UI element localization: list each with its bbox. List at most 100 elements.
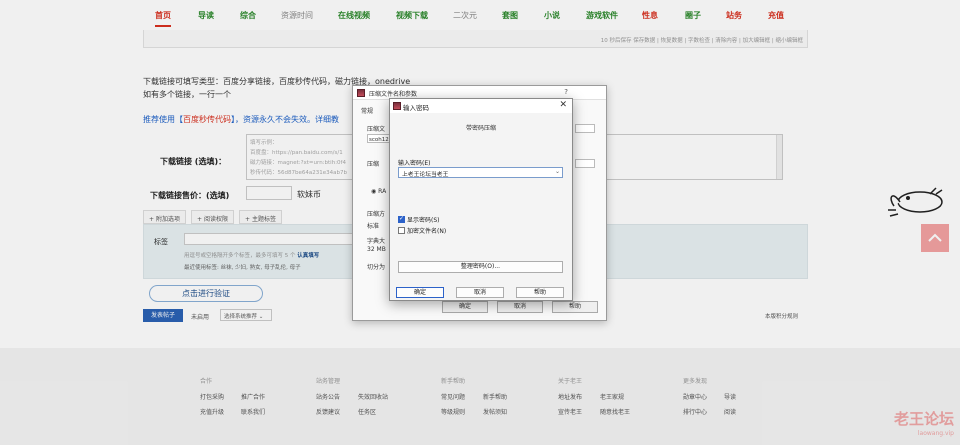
chevron-down-icon: ⌄ (258, 314, 264, 320)
price-input[interactable] (246, 186, 292, 200)
archive-help-button[interactable]: 帮助 (552, 301, 598, 313)
page-root: 首页 导读 综合 资源时间 在线视频 视频下载 二次元 套图 小说 游戏软件 性… (0, 0, 960, 445)
footer: 合作 打包采购 推广合作 充值升级 联系我们 站务管理 站务公告 失效回收站 反… (0, 348, 960, 445)
close-icon[interactable]: ✕ (559, 100, 567, 110)
footer-link[interactable]: 宣传老王 (558, 407, 582, 416)
footer-col-title: 更多发现 (683, 378, 708, 385)
nav-item-gallery[interactable]: 套图 (502, 10, 518, 21)
price-label: 下载链接售价：(选填) (150, 191, 230, 200)
dict-size-label: 字典大 (367, 238, 386, 245)
footer-link[interactable]: 发帖须知 (483, 407, 507, 416)
encrypt-names-checkbox[interactable]: 加密文件名(N) (398, 226, 446, 235)
tags-hint: 用逗号或空格隔开多个标签，最多可填写 5 个 认真填写 (184, 253, 320, 259)
archive-dialog-title: 压缩文件名和参数 (369, 91, 418, 98)
footer-link[interactable]: 推广合作 (241, 392, 265, 401)
rar-radio[interactable]: ◉ RA (371, 188, 386, 195)
nav-item-anime[interactable]: 二次元 (453, 10, 477, 21)
nav-item-novel[interactable]: 小说 (544, 10, 560, 21)
footer-link[interactable]: 任务区 (358, 407, 376, 416)
password-label: 输入密码(E) (398, 160, 431, 167)
footer-link[interactable]: 失效回收站 (358, 392, 388, 401)
update-mode-select[interactable] (575, 159, 595, 168)
archive-ok-button[interactable]: 确定 (442, 301, 488, 313)
tab-extra-options[interactable]: + 附加选项 (143, 210, 186, 224)
footer-link[interactable]: 排行中心 (683, 407, 707, 416)
footer-link[interactable]: 打包采购 (200, 392, 224, 401)
footer-col-title: 站务管理 (316, 378, 341, 385)
price-unit: 软妹币 (297, 190, 321, 199)
footer-link[interactable]: 等级规则 (441, 407, 465, 416)
baidu-code-link[interactable]: 百度秒传代码 (183, 115, 231, 124)
nav-item-circle[interactable]: 圈子 (685, 10, 701, 21)
tags-label: 标签 (154, 238, 168, 246)
editor-toolbar-box: 10 秒后保存 保存数据 | 恢复数据 | 字数检查 | 清除内容 | 加大编辑… (143, 30, 808, 48)
footer-link[interactable]: 常见问题 (441, 392, 465, 401)
chevron-down-icon[interactable]: ⌄ (555, 168, 560, 175)
nav-item-video-download[interactable]: 视频下载 (396, 10, 428, 21)
back-to-top-button[interactable] (921, 224, 949, 252)
password-help-button[interactable]: 帮助 (516, 287, 564, 298)
browse-field[interactable] (575, 124, 595, 133)
verify-button[interactable]: 点击进行验证 (149, 285, 263, 302)
footer-link[interactable]: 阅读 (724, 407, 736, 416)
footer-link[interactable]: 地址发布 (558, 392, 582, 401)
footer-col-title: 关于老王 (558, 378, 583, 385)
post-button[interactable]: 发表帖子 (143, 309, 183, 322)
nav-item-general[interactable]: 综合 (240, 10, 256, 21)
password-dialog-title: 输入密码 (403, 104, 429, 112)
help-icon[interactable]: ? (564, 88, 568, 96)
method-label: 压缩方 (367, 211, 386, 218)
recent-tags[interactable]: 最近使用标签: 丝袜, 少妇, 熟女, 母子乱伦, 母子 (184, 263, 301, 271)
winrar-icon (357, 89, 365, 97)
download-link-label: 下载链接 (选填)： (160, 157, 227, 166)
unlisted-label: 未启用 (191, 314, 210, 321)
dict-size-value[interactable]: 32 MB (367, 246, 386, 253)
password-dialog-subtitle: 带密码压缩 (465, 125, 496, 132)
footer-col-title: 合作 (200, 378, 213, 385)
nav-item-games[interactable]: 游戏软件 (586, 10, 618, 21)
footer-link[interactable]: 联系我们 (241, 407, 265, 416)
footer-link[interactable]: 新手帮助 (483, 392, 507, 401)
password-input[interactable]: 上老王论坛当老王 ⌄ (398, 167, 563, 178)
footer-link[interactable]: 随意找老王 (600, 407, 630, 416)
footer-link[interactable]: 充值升级 (200, 407, 224, 416)
archive-name-field[interactable]: scoh12 (367, 134, 391, 143)
footer-link[interactable]: 勋章中心 (683, 392, 707, 401)
archive-name-label: 压缩文 (367, 126, 386, 133)
nav-item-info[interactable]: 性息 (642, 10, 658, 21)
footer-link[interactable]: 导读 (724, 392, 736, 401)
tab-read-permission[interactable]: + 阅读权限 (191, 210, 234, 224)
textarea-scrollbar[interactable] (776, 135, 782, 179)
password-ok-button[interactable]: 确定 (396, 287, 444, 298)
editor-actions[interactable]: 10 秒后保存 保存数据 | 恢复数据 | 字数检查 | 清除内容 | 加大编辑… (601, 36, 803, 44)
winrar-icon (393, 102, 401, 110)
archive-cancel-button[interactable]: 取消 (497, 301, 543, 313)
nav-item-guide[interactable]: 导读 (198, 10, 214, 21)
site-watermark-url: laowang.vip (917, 430, 954, 437)
mascot-icon (888, 187, 943, 217)
manage-passwords-button[interactable]: 整理密码(O)... (398, 261, 563, 273)
nav-item-resource-time[interactable]: 资源时间 (281, 10, 313, 21)
show-password-checkbox[interactable]: 显示密码(S) (398, 215, 440, 224)
nav-item-site-affairs[interactable]: 站务 (726, 10, 742, 21)
nav-item-online-video[interactable]: 在线视频 (338, 10, 370, 21)
password-cancel-button[interactable]: 取消 (456, 287, 504, 298)
nav-item-recharge[interactable]: 充值 (768, 10, 784, 21)
password-dialog-titlebar: 输入密码 ✕ (390, 99, 572, 113)
checkbox-checked-icon (398, 215, 405, 223)
password-dialog: 输入密码 ✕ 带密码压缩 输入密码(E) 上老王论坛当老王 ⌄ 显示密码(S) … (389, 98, 573, 301)
footer-link[interactable]: 站务公告 (316, 392, 340, 401)
method-value[interactable]: 标准 (367, 221, 379, 230)
checkbox-icon (398, 227, 405, 234)
footer-link[interactable]: 老王家规 (600, 392, 624, 401)
recommend-select[interactable]: 选择系统推荐 ⌄ (220, 309, 272, 321)
chevron-up-icon (928, 233, 942, 242)
site-watermark: 老王论坛 (893, 410, 954, 428)
nav-item-home[interactable]: 首页 (155, 10, 171, 27)
multiple-links-text: 如有多个链接，一行一个 (143, 90, 231, 99)
tab-general[interactable]: 常规 (361, 106, 373, 115)
format-label: 压缩 (367, 161, 380, 168)
rules-link[interactable]: 本版积分规则 (765, 312, 798, 320)
tab-topic-tags[interactable]: + 主题标签 (239, 210, 282, 224)
footer-link[interactable]: 反馈建议 (316, 407, 340, 416)
